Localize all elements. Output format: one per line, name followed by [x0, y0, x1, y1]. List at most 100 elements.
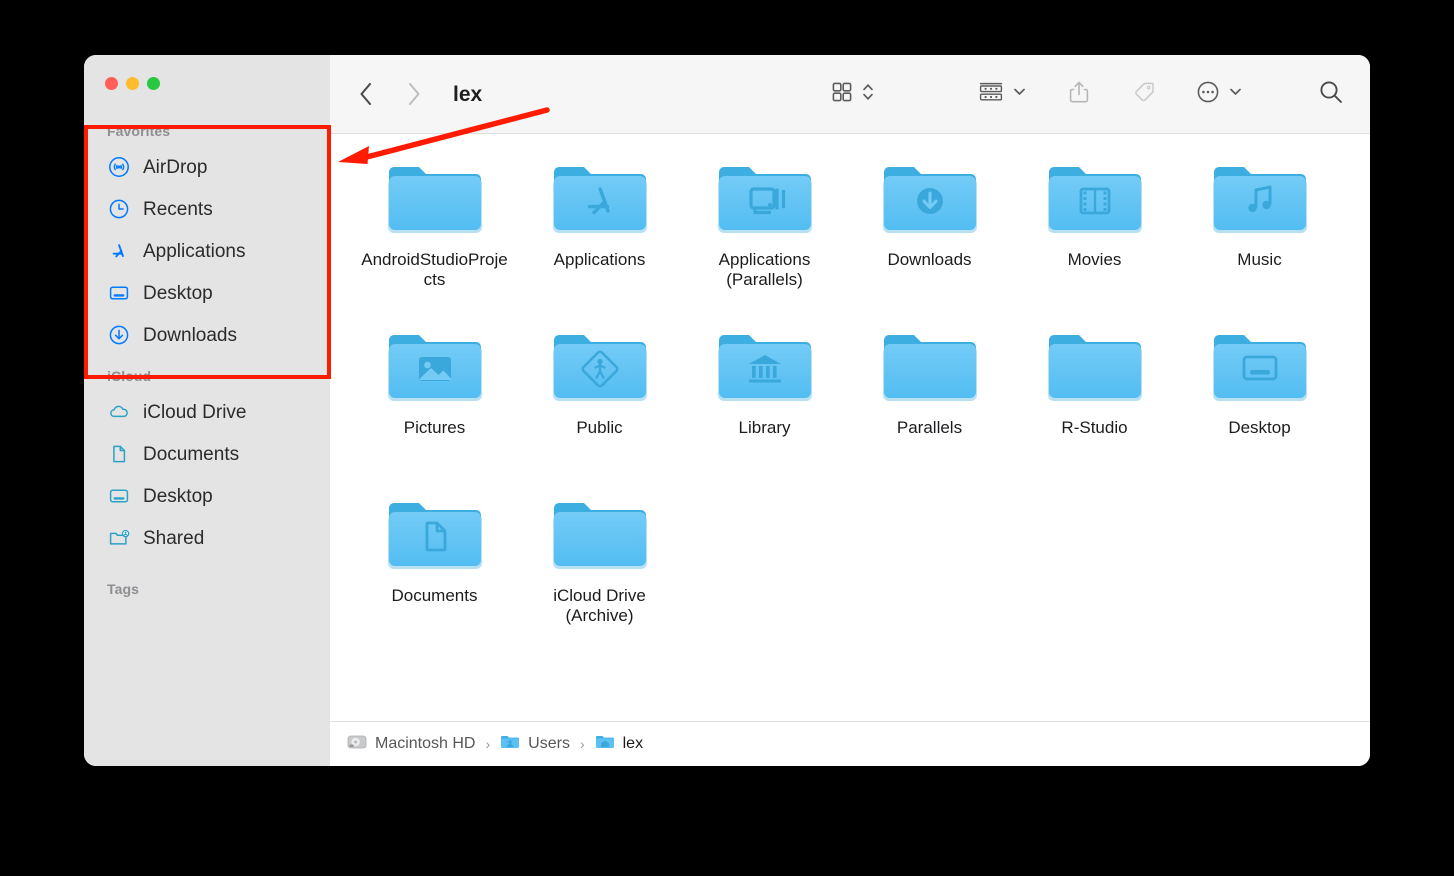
sidebar-item-label: Desktop — [143, 284, 213, 303]
forward-button[interactable] — [404, 81, 424, 107]
desktop-icon — [108, 485, 130, 507]
sidebar-section-tags: Tags — [84, 559, 330, 604]
sidebar-item-recents[interactable]: Recents — [84, 188, 330, 230]
breadcrumb-item-users[interactable]: Users — [500, 733, 570, 756]
tag-icon[interactable] — [1132, 80, 1156, 109]
cloud-icon — [108, 401, 130, 423]
file-item[interactable]: Downloads — [847, 152, 1012, 320]
screenshot-root: Favorites AirDrop — [0, 0, 1454, 876]
sidebar-item-label: Documents — [143, 445, 239, 464]
minimize-button[interactable] — [126, 77, 139, 90]
file-item[interactable]: Desktop — [1177, 320, 1342, 488]
search-button[interactable] — [1318, 79, 1344, 110]
finder-main: lex — [330, 55, 1370, 766]
file-item[interactable]: Movies — [1012, 152, 1177, 320]
file-item[interactable]: R-Studio — [1012, 320, 1177, 488]
sidebar-item-label: Desktop — [143, 487, 213, 506]
sidebar-header-icloud: iCloud — [84, 356, 330, 391]
sidebar-item-applications[interactable]: Applications — [84, 230, 330, 272]
file-name: Movies — [1020, 250, 1170, 270]
breadcrumb-separator: › — [580, 736, 585, 752]
folder-plain-icon — [880, 326, 980, 408]
file-item[interactable]: iCloud Drive (Archive) — [517, 488, 682, 656]
home-folder-icon — [595, 733, 615, 756]
sidebar-item-desktop[interactable]: Desktop — [84, 272, 330, 314]
folder-plain-icon — [1045, 326, 1145, 408]
file-item[interactable]: Library — [682, 320, 847, 488]
file-name: Applications — [525, 250, 675, 270]
close-button[interactable] — [105, 77, 118, 90]
folder-public-icon — [550, 326, 650, 408]
share-button[interactable] — [1068, 80, 1090, 109]
folder-plain-icon — [550, 494, 650, 576]
file-item[interactable]: Parallels — [847, 320, 1012, 488]
chevron-down-icon[interactable] — [1013, 85, 1026, 103]
view-switcher[interactable] — [831, 81, 874, 108]
breadcrumb-item-lex[interactable]: lex — [595, 733, 643, 756]
breadcrumb-label: lex — [623, 736, 643, 752]
breadcrumb-label: Users — [528, 736, 570, 752]
breadcrumb-label: Macintosh HD — [375, 736, 475, 752]
file-name: Pictures — [360, 418, 510, 438]
sidebar-header-tags: Tags — [84, 559, 330, 604]
folder-movies-icon — [1045, 158, 1145, 240]
folder-appstore-icon — [550, 158, 650, 240]
sidebar-item-documents[interactable]: Documents — [84, 433, 330, 475]
more-actions-button[interactable] — [1196, 80, 1242, 109]
folder-pictures-icon — [385, 326, 485, 408]
toolbar-actions — [831, 79, 1344, 110]
sidebar-header-favorites: Favorites — [84, 111, 330, 146]
grid-view-icon[interactable] — [831, 81, 853, 108]
file-item[interactable]: AndroidStudioProjects — [352, 152, 517, 320]
breadcrumb-separator: › — [485, 736, 490, 752]
sidebar-item-icloud-drive[interactable]: iCloud Drive — [84, 391, 330, 433]
breadcrumb-item-macintosh-hd[interactable]: Macintosh HD — [347, 733, 475, 756]
sidebar-item-label: Shared — [143, 529, 204, 548]
sidebar-item-airdrop[interactable]: AirDrop — [84, 146, 330, 188]
file-item[interactable]: Music — [1177, 152, 1342, 320]
desktop-icon — [108, 282, 130, 304]
file-item[interactable]: Applications (Parallels) — [682, 152, 847, 320]
sidebar-item-downloads[interactable]: Downloads — [84, 314, 330, 356]
download-icon — [108, 324, 130, 346]
share-icon[interactable] — [1068, 80, 1090, 109]
sidebar-section-favorites: Favorites AirDrop — [84, 111, 330, 356]
sidebar-item-label: Recents — [143, 200, 213, 219]
back-button[interactable] — [356, 81, 376, 107]
file-name: Parallels — [855, 418, 1005, 438]
airdrop-icon — [108, 156, 130, 178]
file-name: R-Studio — [1020, 418, 1170, 438]
document-icon — [108, 443, 130, 465]
file-name: Downloads — [855, 250, 1005, 270]
chevron-updown-icon[interactable] — [862, 81, 874, 108]
folder-documents-icon — [385, 494, 485, 576]
file-item[interactable]: Pictures — [352, 320, 517, 488]
window-title: lex — [453, 84, 482, 105]
clock-icon — [108, 198, 130, 220]
sidebar-item-shared[interactable]: Shared — [84, 517, 330, 559]
app-store-icon — [108, 240, 130, 262]
sidebar-item-label: Downloads — [143, 326, 237, 345]
folder-music-icon — [1210, 158, 1310, 240]
more-ellipsis-icon[interactable] — [1196, 80, 1220, 109]
tag-button[interactable] — [1132, 80, 1156, 109]
folder-library-icon — [715, 326, 815, 408]
file-item[interactable]: Documents — [352, 488, 517, 656]
sidebar-item-desktop-icloud[interactable]: Desktop — [84, 475, 330, 517]
sidebar-item-label: iCloud Drive — [143, 403, 246, 422]
file-name: iCloud Drive (Archive) — [525, 586, 675, 627]
zoom-button[interactable] — [147, 77, 160, 90]
search-icon[interactable] — [1318, 79, 1344, 110]
chevron-down-icon[interactable] — [1229, 85, 1242, 103]
file-item[interactable]: Public — [517, 320, 682, 488]
group-by-button[interactable] — [978, 81, 1026, 108]
file-name: Library — [690, 418, 840, 438]
path-bar: Macintosh HD › Users › — [330, 721, 1370, 766]
file-name: Applications (Parallels) — [690, 250, 840, 291]
navigation-buttons — [356, 81, 424, 107]
folder-desktop-icon — [1210, 326, 1310, 408]
folder-parallels-icon — [715, 158, 815, 240]
shared-folder-icon — [108, 527, 130, 549]
file-item[interactable]: Applications — [517, 152, 682, 320]
group-by-icon[interactable] — [978, 81, 1004, 108]
